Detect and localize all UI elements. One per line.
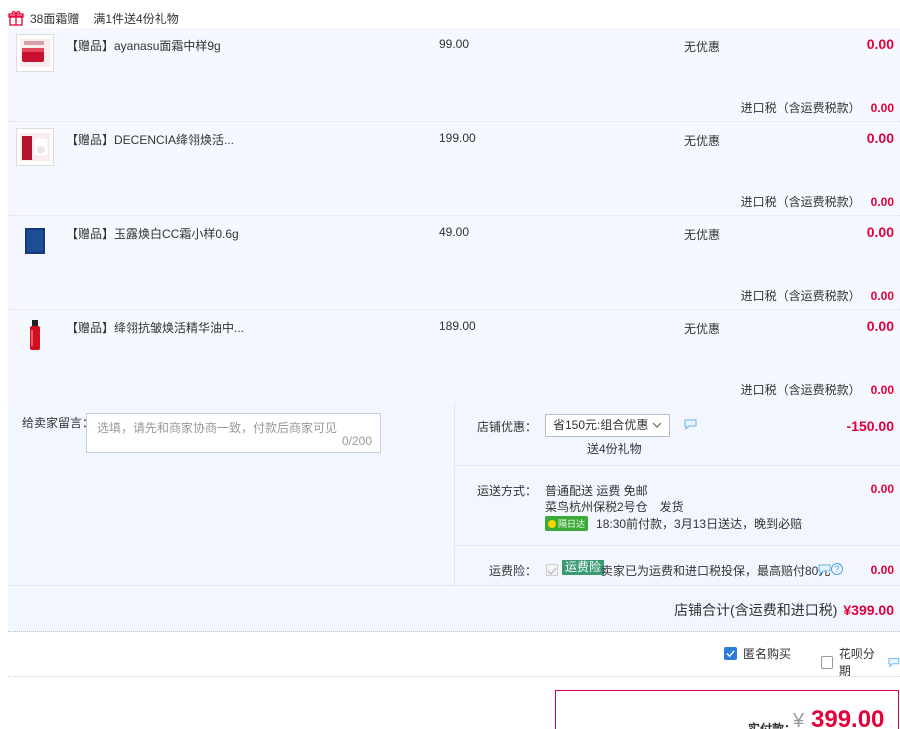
cream-jar-icon (20, 39, 50, 67)
insurance-checkbox[interactable] (546, 564, 558, 576)
payment-label: 实付款： (748, 722, 797, 729)
item-price: 49.00 (439, 225, 470, 239)
divider (8, 585, 900, 586)
item-price: 189.00 (439, 319, 476, 333)
help-icon[interactable]: ? (831, 563, 843, 575)
memo-label: 给卖家留言： (22, 416, 95, 430)
item-tax: 进口税（含运费税款） 0.00 (741, 381, 894, 398)
shipping-value: 0.00 (870, 482, 894, 496)
item-total: 0.00 (866, 224, 894, 240)
item-total: 0.00 (866, 36, 894, 52)
list-item: 【赠品】ayanasu面霜中样9g 99.00 无优惠 0.00 进口税（含运费… (8, 28, 900, 122)
item-list: 【赠品】ayanasu面霜中样9g 99.00 无优惠 0.00 进口税（含运费… (8, 28, 900, 404)
item-tax: 进口税（含运费税款） 0.00 (741, 99, 894, 116)
shop-discount-selected: 省150元:组合优惠 (553, 418, 649, 432)
chat-icon[interactable] (684, 419, 697, 430)
shipping-label: 运送方式： (477, 484, 538, 498)
tax-value: 0.00 (870, 289, 894, 303)
shipping-warehouse: 菜鸟杭州保税2号仓 发货 (545, 500, 684, 514)
shop-total-label: 店铺合计(含运费和进口税) (674, 602, 838, 618)
shop-discount-value: -150.00 (846, 418, 894, 434)
insurance-value: 0.00 (870, 563, 894, 577)
insurance-badge: 运费险 (562, 560, 605, 575)
check-icon (726, 650, 735, 658)
item-promo: 无优惠 (684, 134, 721, 148)
item-tax: 进口税（含运费税款） 0.00 (741, 287, 894, 304)
product-thumbnail[interactable] (16, 316, 54, 354)
shipping-method: 普通配送 运费 免邮 (545, 484, 648, 498)
item-total: 0.00 (866, 318, 894, 334)
insurance-label: 运费险： (489, 564, 538, 578)
next-day-badge: 隔日达 (545, 516, 589, 531)
item-promo: 无优惠 (684, 322, 721, 336)
tax-value: 0.00 (870, 195, 894, 209)
memo-placeholder: 选填，请先和商家协商一致，付款后商家可见 (97, 421, 338, 435)
promo-bar: 38面霜赠 满1件送4份礼物 (8, 8, 179, 28)
next-day-label: 隔日达 (558, 519, 586, 529)
item-promo: 无优惠 (684, 40, 721, 54)
item-total: 0.00 (866, 130, 894, 146)
item-price: 199.00 (439, 131, 476, 145)
list-item: 【赠品】玉露焕白CC霜小样0.6g 49.00 无优惠 0.00 进口税（含运费… (8, 216, 900, 310)
tax-label: 进口税（含运费税款） (740, 195, 861, 209)
chat-icon[interactable] (888, 657, 900, 668)
item-price: 99.00 (439, 37, 470, 51)
chevron-down-icon (652, 422, 662, 428)
product-thumbnail[interactable] (16, 128, 54, 166)
huabei-checkbox[interactable] (821, 655, 833, 669)
item-promo: 无优惠 (684, 228, 721, 242)
anonymous-checkbox[interactable] (724, 647, 737, 660)
shop-discount-label: 店铺优惠： (477, 420, 538, 434)
memo-input[interactable]: 选填，请先和商家协商一致，付款后商家可见 0/200 (86, 413, 381, 453)
order-summary-panel: 店铺优惠： 省150元:组合优惠 送4份礼物 -150.00 运送方式： 普通配… (454, 402, 900, 585)
shop-discount-select[interactable]: 省150元:组合优惠 (545, 414, 670, 437)
item-tax: 进口税（含运费税款） 0.00 (741, 193, 894, 210)
item-title[interactable]: 【赠品】ayanasu面霜中样9g (66, 37, 221, 54)
anonymous-purchase-option[interactable]: 匿名购买 (724, 645, 791, 662)
currency-symbol: ¥ (793, 710, 805, 729)
payment-amount: 399.00 (811, 706, 885, 729)
shop-total-value: ¥399.00 (843, 602, 894, 618)
item-title[interactable]: 【赠品】DECENCIA绛翎焕活... (66, 131, 234, 148)
oil-bottle-icon (30, 320, 40, 350)
divider (8, 676, 900, 677)
payment-summary: 实付款： ¥ 399.00 (555, 690, 899, 729)
item-title[interactable]: 【赠品】绛翎抗皱焕活精华油中... (66, 319, 244, 336)
cc-sachet-icon (25, 228, 45, 254)
gift-icon (8, 11, 24, 26)
anonymous-label: 匿名购买 (743, 647, 792, 661)
shipping-eta-text: 18:30前付款，3月13日送达，晚到必赔 (596, 517, 803, 531)
product-thumbnail[interactable] (16, 222, 54, 260)
divider (455, 465, 900, 466)
tax-value: 0.00 (870, 101, 894, 115)
lightning-icon (548, 519, 556, 528)
divider (455, 545, 900, 546)
promo-description: 满1件送4份礼物 (93, 11, 179, 26)
memo-counter: 0/200 (341, 434, 372, 448)
tax-value: 0.00 (870, 383, 894, 397)
item-title[interactable]: 【赠品】玉露焕白CC霜小样0.6g (66, 225, 239, 242)
huabei-installment-option[interactable]: 花呗分期 (821, 645, 900, 679)
promo-name: 38面霜赠 (30, 11, 80, 26)
tax-label: 进口税（含运费税款） (740, 289, 861, 303)
discount-note: 送4份礼物 (587, 442, 642, 456)
shipping-eta: 隔日达 18:30前付款，3月13日送达，晚到必赔 (545, 515, 802, 532)
shop-total: 店铺合计(含运费和进口税) ¥399.00 (674, 600, 894, 620)
insurance-text: 卖家已为运费和进口税投保，最高赔付80元 (601, 564, 831, 578)
serum-tube-icon (20, 133, 50, 161)
list-item: 【赠品】绛翎抗皱焕活精华油中... 189.00 无优惠 0.00 进口税（含运… (8, 310, 900, 404)
check-icon (547, 567, 557, 575)
list-item: 【赠品】DECENCIA绛翎焕活... 199.00 无优惠 0.00 进口税（… (8, 122, 900, 216)
tax-label: 进口税（含运费税款） (740, 101, 861, 115)
chat-icon[interactable] (818, 564, 831, 575)
product-thumbnail[interactable] (16, 34, 54, 72)
tax-label: 进口税（含运费税款） (740, 383, 861, 397)
huabei-label: 花呗分期 (838, 647, 875, 678)
order-options: 给卖家留言： 选填，请先和商家协商一致，付款后商家可见 0/200 店铺优惠： … (8, 402, 900, 632)
